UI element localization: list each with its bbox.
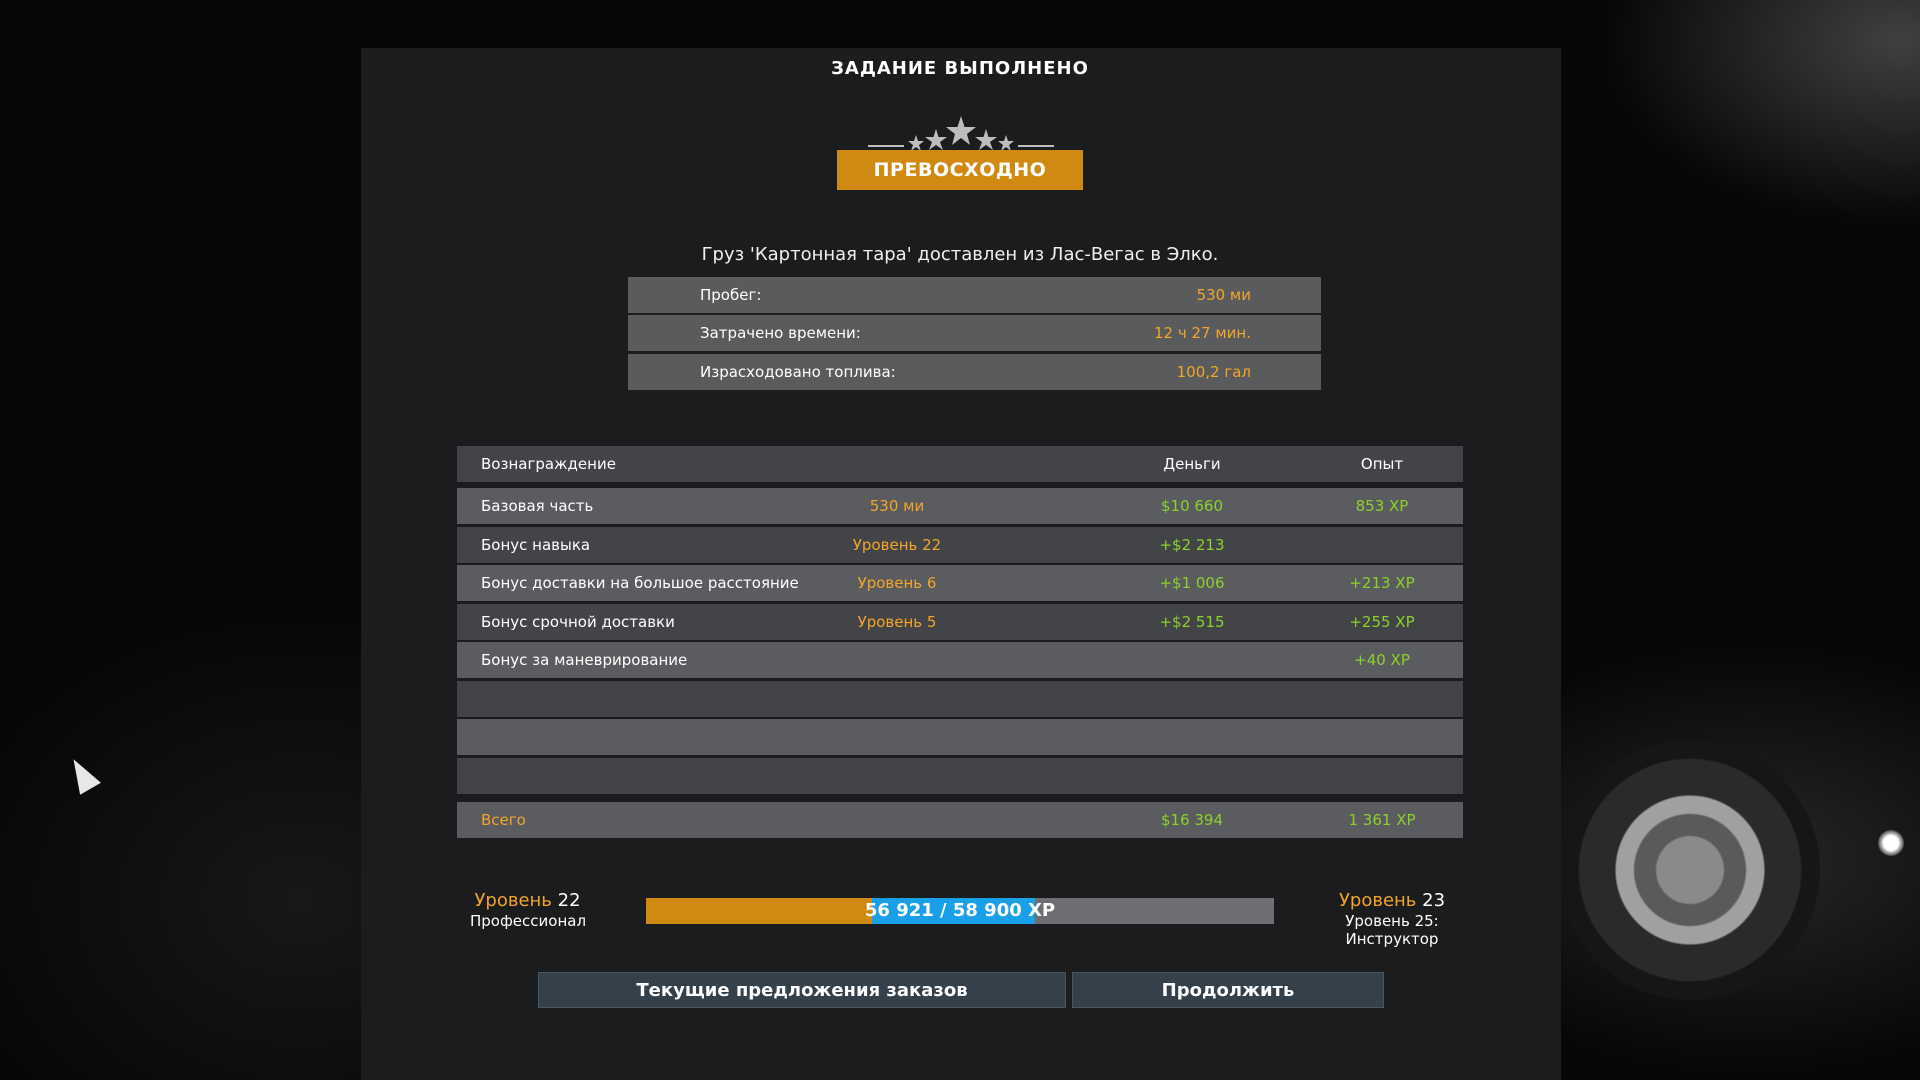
continue-button[interactable]: Продолжить: [1072, 972, 1384, 1008]
reward-money: +$2 213: [1159, 536, 1225, 554]
reward-money: +$2 515: [1159, 613, 1225, 631]
next-level-title: Уровень 23: [1297, 890, 1487, 911]
reward-row: Бонус срочной доставки Уровень 5 +$2 515…: [457, 604, 1463, 640]
stat-value: 12 ч 27 мин.: [1154, 324, 1251, 342]
rewards-header: Вознаграждение Деньги Опыт: [457, 446, 1463, 482]
level-number: 22: [557, 890, 581, 911]
reward-xp: +40 XP: [1354, 651, 1410, 669]
job-offers-button[interactable]: Текущие предложения заказов: [538, 972, 1066, 1008]
level-number: 23: [1422, 890, 1446, 911]
reward-xp: +255 XP: [1349, 613, 1415, 631]
level-prefix: Уровень: [1338, 890, 1417, 911]
xp-progress-bar: 56 921 / 58 900 XP: [646, 898, 1274, 924]
stat-value: 530 ми: [1196, 286, 1251, 304]
reward-name: Бонус за маневрирование: [481, 651, 688, 669]
headlight: [1878, 830, 1904, 856]
current-level-title: Уровень 22: [470, 890, 585, 911]
next-rank-note: Уровень 25: Инструктор: [1345, 912, 1439, 948]
rating-stars: [868, 116, 1054, 151]
stat-row-time: Затрачено времени: 12 ч 27 мин.: [628, 315, 1321, 351]
reward-total-row: Всего $16 394 1 361 XP: [457, 802, 1463, 838]
total-xp: 1 361 XP: [1348, 811, 1416, 829]
header-reward: Вознаграждение: [481, 455, 616, 473]
stat-label: Пробег:: [700, 286, 762, 304]
star-icon: [998, 135, 1014, 151]
reward-detail: 530 ми: [869, 497, 925, 515]
reward-row-empty: [457, 681, 1463, 717]
reward-row: Базовая часть 530 ми $10 660 853 XP: [457, 488, 1463, 524]
reward-detail: Уровень 6: [857, 574, 937, 592]
star-icon: [975, 129, 997, 150]
current-level: Уровень 22 Профессионал: [470, 890, 587, 930]
stat-label: Затрачено времени:: [700, 324, 861, 342]
page-title: ЗАДАНИЕ ВЫПОЛНЕНО: [831, 58, 1089, 79]
level-prefix: Уровень: [474, 890, 552, 911]
reward-money: +$1 006: [1159, 574, 1225, 592]
cargo-description: Груз 'Картонная тара' доставлен из Лас-В…: [701, 244, 1219, 265]
xp-progress-text: 56 921 / 58 900 XP: [864, 900, 1056, 921]
star-icon: [908, 135, 924, 151]
reward-row-empty: [457, 719, 1463, 755]
stat-row-distance: Пробег: 530 ми: [628, 277, 1321, 313]
truck-wheel: [1560, 740, 1820, 1000]
reward-name: Бонус срочной доставки: [481, 613, 675, 631]
total-money: $16 394: [1160, 811, 1224, 829]
reward-row-empty: [457, 758, 1463, 794]
current-rank: Профессионал: [470, 912, 587, 930]
reward-money: $10 660: [1160, 497, 1224, 515]
total-label: Всего: [481, 811, 526, 829]
stat-row-fuel: Израсходовано топлива: 100,2 гал: [628, 354, 1321, 390]
header-money: Деньги: [1163, 455, 1221, 473]
reward-detail: Уровень 5: [857, 613, 937, 631]
reward-detail: Уровень 22: [852, 536, 942, 554]
stat-value: 100,2 гал: [1176, 363, 1251, 381]
next-level: Уровень 23 Уровень 25: Инструктор: [1297, 890, 1487, 948]
reward-row: Бонус за маневрирование +40 XP: [457, 642, 1463, 678]
reward-name: Базовая часть: [481, 497, 594, 515]
reward-name: Бонус навыка: [481, 536, 591, 554]
star-icon: [946, 116, 976, 145]
reward-xp: 853 XP: [1355, 497, 1409, 515]
reward-xp: +213 XP: [1349, 574, 1415, 592]
reward-row: Бонус доставки на большое расстояние Уро…: [457, 565, 1463, 601]
reward-row: Бонус навыка Уровень 22 +$2 213: [457, 527, 1463, 563]
star-icon: [925, 129, 947, 150]
stat-label: Израсходовано топлива:: [700, 363, 896, 381]
reward-name: Бонус доставки на большое расстояние: [481, 574, 799, 592]
header-xp: Опыт: [1360, 455, 1404, 473]
rating-badge: ПРЕВОСХОДНО: [837, 150, 1083, 190]
